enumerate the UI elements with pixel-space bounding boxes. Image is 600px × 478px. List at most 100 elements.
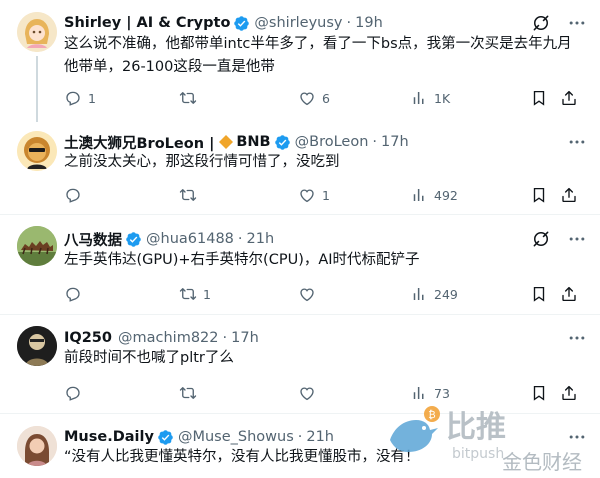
share-button[interactable] <box>560 283 578 305</box>
bookmark-icon <box>530 285 548 303</box>
views-button[interactable]: 249 <box>410 283 458 305</box>
user-handle[interactable]: @BroLeon <box>295 134 369 150</box>
retweet-count: 1 <box>203 286 211 302</box>
views-count: 249 <box>434 286 458 302</box>
watermark: ₿ 比推 bitpush 金色财经 <box>384 404 594 478</box>
retweet-button[interactable] <box>179 87 203 109</box>
timestamp[interactable]: 19h <box>355 15 383 31</box>
tweet-header: Muse.Daily @Muse_Showus · 21h <box>64 427 334 447</box>
retweet-button[interactable] <box>179 184 203 206</box>
watermark-sub: bitpush <box>452 446 505 462</box>
bookmark-button[interactable] <box>530 87 548 109</box>
reply-button[interactable] <box>64 382 88 404</box>
verified-icon <box>233 15 250 32</box>
timestamp[interactable]: 17h <box>231 330 259 346</box>
bookmark-icon <box>530 384 548 402</box>
like-button[interactable]: 1 <box>298 184 330 206</box>
like-button[interactable]: 6 <box>298 87 330 109</box>
separator-dot: · <box>372 134 378 150</box>
tweet-header: 八马数据 @hua61488 · 21h <box>64 229 274 249</box>
views-icon <box>410 186 428 204</box>
avatar[interactable] <box>17 426 57 466</box>
bookmark-icon <box>530 89 548 107</box>
share-button[interactable] <box>560 382 578 404</box>
retweet-icon <box>179 285 197 303</box>
timestamp[interactable]: 21h <box>247 231 275 247</box>
reply-button[interactable] <box>64 283 88 305</box>
bnb-diamond-icon <box>219 135 234 149</box>
separator-dot: · <box>297 429 303 445</box>
display-name[interactable]: Shirley | AI & Crypto <box>64 15 230 31</box>
more-icon[interactable] <box>566 228 588 250</box>
like-button[interactable] <box>298 382 322 404</box>
retweet-icon <box>179 186 197 204</box>
tweet-header: IQ250 @machim822 · 17h <box>64 328 259 348</box>
separator-dot: · <box>222 330 228 346</box>
verified-icon <box>157 429 174 446</box>
views-button[interactable]: 1K <box>410 87 450 109</box>
views-icon <box>410 285 428 303</box>
views-button[interactable]: 73 <box>410 382 450 404</box>
tweet-text: 左手英伟达(GPU)+右手英特尔(CPU)，AI时代标配铲子 <box>64 252 420 268</box>
user-handle[interactable]: @Muse_Showus <box>178 429 294 445</box>
display-name[interactable]: 土澳大狮兄BroLeon | <box>64 132 214 153</box>
thread-line <box>36 56 38 122</box>
reply-button[interactable]: 1 <box>64 87 96 109</box>
views-count: 492 <box>434 187 458 203</box>
reply-count: 1 <box>88 90 96 106</box>
tweet-1[interactable]: Shirley | AI & Crypto @shirleyusy · 19h … <box>0 0 600 124</box>
avatar[interactable] <box>17 12 57 52</box>
tweet-3[interactable]: 八马数据 @hua61488 · 21h 左手英伟达(GPU)+右手英特尔(CP… <box>0 215 600 314</box>
bookmark-button[interactable] <box>530 382 548 404</box>
bookmark-button[interactable] <box>530 283 548 305</box>
more-icon[interactable] <box>566 131 588 153</box>
avatar[interactable] <box>17 226 57 266</box>
like-icon <box>298 186 316 204</box>
views-count: 73 <box>434 385 450 401</box>
separator-dot: · <box>237 231 243 247</box>
bookmark-icon <box>530 186 548 204</box>
tweet-4[interactable]: IQ250 @machim822 · 17h 前段时间不也喊了pltr了么 73 <box>0 315 600 413</box>
share-button[interactable] <box>560 87 578 109</box>
verified-icon <box>274 134 291 151</box>
retweet-icon <box>179 384 197 402</box>
like-button[interactable] <box>298 283 322 305</box>
avatar[interactable] <box>17 131 57 171</box>
reply-icon <box>64 285 82 303</box>
more-icon[interactable] <box>566 12 588 34</box>
timestamp[interactable]: 21h <box>306 429 334 445</box>
user-handle[interactable]: @shirleyusy <box>254 15 342 31</box>
user-handle[interactable]: @machim822 <box>118 330 219 346</box>
like-count: 6 <box>322 90 330 106</box>
watermark-logo-text: 金色财经 <box>502 450 582 474</box>
share-icon <box>560 89 578 107</box>
avatar[interactable] <box>17 326 57 366</box>
verified-icon <box>125 231 142 248</box>
share-icon <box>560 285 578 303</box>
views-icon <box>410 384 428 402</box>
user-handle[interactable]: @hua61488 <box>146 231 234 247</box>
grok-icon[interactable] <box>530 228 552 250</box>
action-bar: 73 <box>64 382 584 404</box>
tweet-2[interactable]: 土澳大狮兄BroLeon | BNB @BroLeon · 17h 之前没太关心… <box>0 124 600 214</box>
display-name[interactable]: IQ250 <box>64 330 112 346</box>
retweet-button[interactable] <box>179 382 203 404</box>
share-icon <box>560 186 578 204</box>
share-button[interactable] <box>560 184 578 206</box>
share-icon <box>560 384 578 402</box>
like-icon <box>298 89 316 107</box>
reply-button[interactable] <box>64 184 88 206</box>
views-button[interactable]: 492 <box>410 184 458 206</box>
retweet-button[interactable]: 1 <box>179 283 211 305</box>
tweet-header: Shirley | AI & Crypto @shirleyusy · 19h <box>64 13 383 33</box>
display-name[interactable]: Muse.Daily <box>64 429 154 445</box>
timestamp[interactable]: 17h <box>381 134 409 150</box>
reply-icon <box>64 384 82 402</box>
bookmark-button[interactable] <box>530 184 548 206</box>
display-name[interactable]: 八马数据 <box>64 229 122 250</box>
display-name-badge: BNB <box>236 134 271 150</box>
more-icon[interactable] <box>566 327 588 349</box>
views-icon <box>410 89 428 107</box>
grok-icon[interactable] <box>530 12 552 34</box>
retweet-icon <box>179 89 197 107</box>
